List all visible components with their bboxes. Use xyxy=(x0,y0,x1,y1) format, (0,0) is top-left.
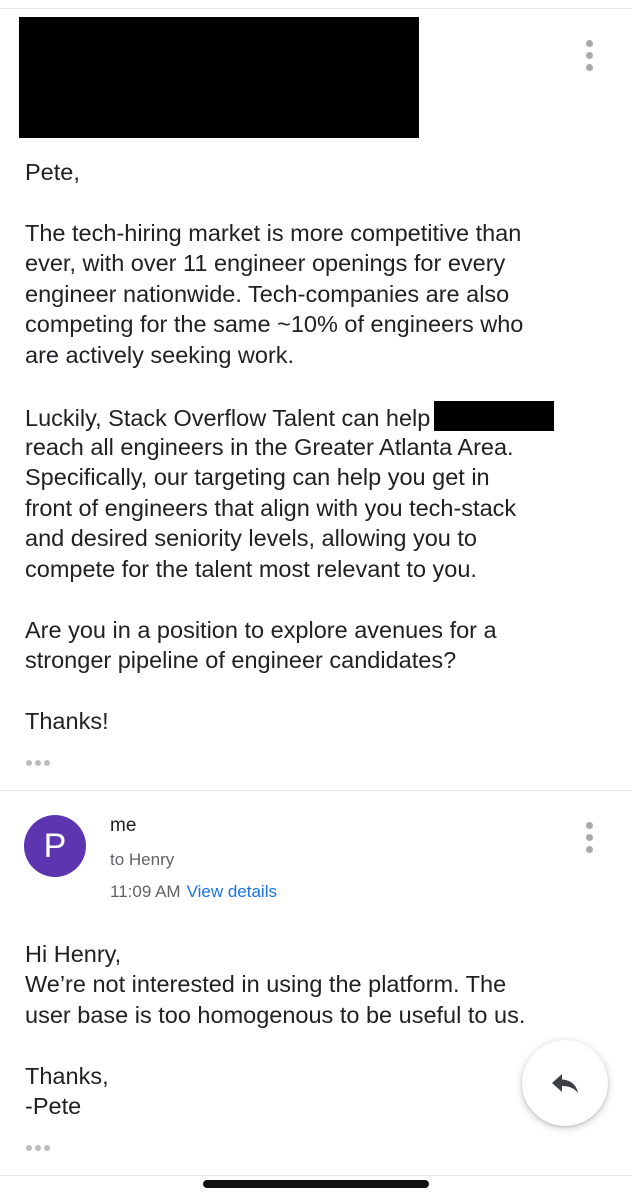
view-details-link[interactable]: View details xyxy=(187,882,277,901)
show-trimmed-content-icon[interactable] xyxy=(26,1145,50,1151)
reply-icon xyxy=(552,1074,578,1093)
greeting: Pete, xyxy=(25,159,80,185)
avatar[interactable]: P xyxy=(24,815,86,877)
reply-line-2: We’re not interested in using the platfo… xyxy=(25,971,507,997)
paragraph-3-line-1: Are you in a position to explore avenues… xyxy=(25,617,497,643)
signoff-line-2: -Pete xyxy=(25,1093,82,1119)
more-options-icon[interactable] xyxy=(584,822,594,853)
paragraph-2-line-5: and desired seniority levels, allowing y… xyxy=(25,525,477,551)
reply-line-1: Hi Henry, xyxy=(25,941,122,967)
redacted-sender-block xyxy=(19,17,419,138)
paragraph-1-line-3: engineer nationwide. Tech-companies are … xyxy=(25,281,510,307)
signoff-line-1: Thanks, xyxy=(25,1063,109,1089)
reply-line-3: user base is too homogenous to be useful… xyxy=(25,1002,526,1028)
sender-name: me xyxy=(110,815,137,836)
reply-button[interactable] xyxy=(522,1040,608,1126)
message-divider xyxy=(0,790,632,791)
paragraph-1-line-1: The tech-hiring market is more competiti… xyxy=(25,220,522,246)
redacted-company-name xyxy=(434,401,555,431)
paragraph-1-line-4: competing for the same ~10% of engineers… xyxy=(25,311,524,337)
recipient-line: to Henry xyxy=(110,850,175,869)
paragraph-2-line-2: reach all engineers in the Greater Atlan… xyxy=(25,434,514,460)
show-trimmed-content-icon[interactable] xyxy=(26,760,50,766)
paragraph-2-line-3: Specifically, our targeting can help you… xyxy=(25,464,490,490)
paragraph-1-line-2: ever, with over 11 engineer openings for… xyxy=(25,250,506,276)
sent-time: 11:09 AM xyxy=(110,882,181,901)
paragraph-3-line-2: stronger pipeline of engineer candidates… xyxy=(25,647,457,673)
paragraph-2-line-1-text: Luckily, Stack Overflow Talent can help xyxy=(25,405,431,431)
more-options-icon[interactable] xyxy=(584,40,594,71)
paragraph-2-line-1: Luckily, Stack Overflow Talent can help xyxy=(25,401,555,434)
time-row: 11:09 AM View details xyxy=(110,882,277,902)
paragraph-2-line-6: compete for the talent most relevant to … xyxy=(25,556,477,582)
paragraph-2-line-4: front of engineers that align with you t… xyxy=(25,495,517,521)
top-divider xyxy=(0,8,632,9)
home-indicator[interactable] xyxy=(203,1180,429,1188)
closing: Thanks! xyxy=(25,708,109,734)
bottom-divider xyxy=(0,1175,632,1176)
paragraph-1-line-5: are actively seeking work. xyxy=(25,342,295,368)
